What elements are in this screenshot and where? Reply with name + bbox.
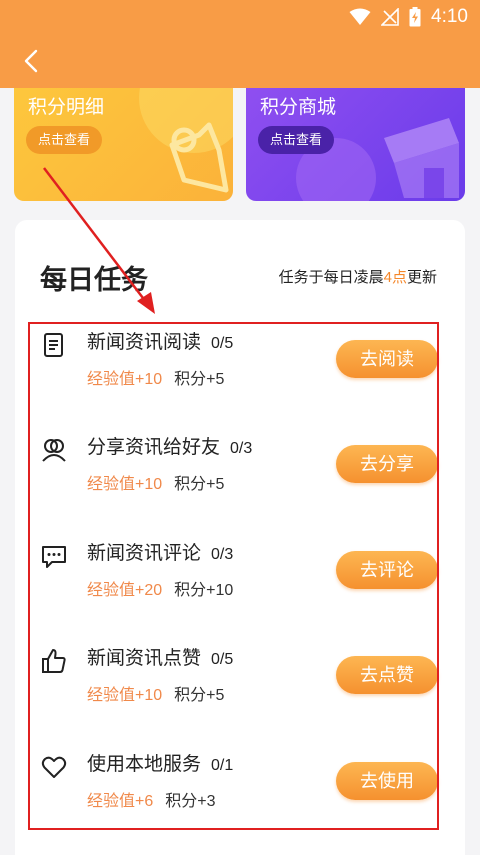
points-store-card[interactable]: 积分商城 点击查看 [246, 88, 465, 201]
wifi-icon [349, 8, 371, 25]
status-bar: 4:10 [0, 0, 480, 34]
note-highlight: 4点 [383, 269, 407, 286]
back-button[interactable] [14, 44, 48, 78]
points-store-view-button[interactable]: 点击查看 [258, 126, 335, 154]
card-title: 积分明细 [28, 97, 105, 118]
status-time: 4:10 [431, 6, 468, 27]
annotation-highlight-box [28, 322, 439, 830]
chevron-left-icon [24, 49, 38, 73]
card-title: 积分商城 [260, 97, 337, 118]
note-prefix: 任务于每日凌晨 [278, 269, 384, 286]
search-decoration-icon [169, 122, 229, 193]
header-bar [0, 34, 480, 88]
note-suffix: 更新 [406, 269, 437, 286]
no-signal-icon [381, 8, 399, 26]
points-detail-view-button[interactable]: 点击查看 [26, 126, 103, 154]
daily-tasks-update-note: 任务于每日凌晨4点更新 [279, 266, 437, 287]
battery-charging-icon [409, 7, 421, 27]
status-icons: 4:10 [349, 6, 468, 28]
daily-tasks-title: 每日任务 [40, 265, 148, 295]
shop-decoration-icon [384, 118, 459, 198]
points-detail-card[interactable]: 积分明细 点击查看 [14, 88, 233, 201]
